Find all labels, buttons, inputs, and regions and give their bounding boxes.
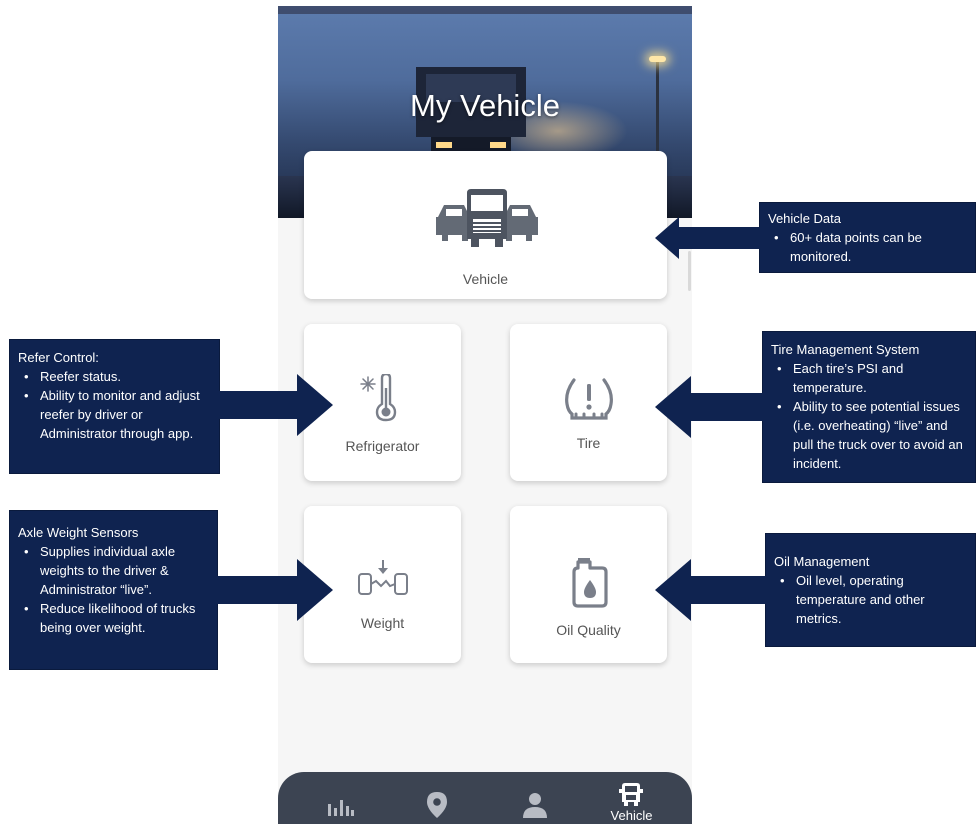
callout-bullet: Ability to monitor and adjust reefer by … xyxy=(18,386,211,443)
axle-weight-icon xyxy=(358,560,408,595)
arrow-to-refrigerator-card xyxy=(219,374,333,436)
oil-quality-card[interactable]: Oil Quality xyxy=(510,506,667,663)
oil-management-callout: Oil Management Oil level, operating temp… xyxy=(765,533,976,647)
callout-title: Axle Weight Sensors xyxy=(18,525,139,540)
callout-bullet: Ability to see potential issues (i.e. ov… xyxy=(771,397,967,473)
nav-location[interactable] xyxy=(386,772,489,824)
truck-fleet-icon xyxy=(436,189,538,247)
callout-title: Oil Management xyxy=(774,554,870,569)
tire-card-label: Tire xyxy=(576,435,601,451)
vehicle-card[interactable]: Vehicle xyxy=(304,151,667,299)
arrow-to-vehicle-card xyxy=(655,217,761,259)
nav-vehicle-label: Vehicle xyxy=(610,808,653,823)
callout-bullet: Reefer status. xyxy=(18,367,211,386)
callout-bullet: Each tire’s PSI and temperature. xyxy=(771,359,967,397)
status-bar xyxy=(278,6,692,14)
oil-quality-card-label: Oil Quality xyxy=(556,622,621,638)
location-pin-icon xyxy=(427,792,447,818)
nav-statistics[interactable] xyxy=(288,772,391,824)
vehicle-data-callout: Vehicle Data 60+ data points can be moni… xyxy=(759,202,976,273)
tire-card[interactable]: Tire xyxy=(510,324,667,481)
callout-bullet: Oil level, operating temperature and oth… xyxy=(774,571,967,628)
thermometer-snowflake-icon xyxy=(360,374,397,422)
arrow-to-weight-card xyxy=(217,559,333,621)
axle-weight-callout: Axle Weight Sensors Supplies individual … xyxy=(9,510,218,670)
arrow-to-tire-card xyxy=(655,376,764,438)
tire-management-callout: Tire Management System Each tire’s PSI a… xyxy=(762,331,976,483)
callout-title: Refer Control: xyxy=(18,350,99,365)
callout-bullet: Reduce likelihood of trucks being over w… xyxy=(18,599,209,637)
nav-profile[interactable] xyxy=(484,772,587,824)
callout-bullet: 60+ data points can be monitored. xyxy=(768,228,967,266)
page-title: My Vehicle xyxy=(410,88,560,123)
phone-screen: My Vehicle Vehicle Refrigerator Tire Wei… xyxy=(278,6,692,824)
callout-title: Tire Management System xyxy=(771,342,920,357)
bottom-navigation: Vehicle xyxy=(278,772,692,824)
callout-title: Vehicle Data xyxy=(768,211,841,226)
refrigerator-card-label: Refrigerator xyxy=(345,438,420,454)
vehicle-card-label: Vehicle xyxy=(462,271,509,287)
refer-control-callout: Refer Control: Reefer status. Ability to… xyxy=(9,339,220,474)
arrow-to-oil-card xyxy=(655,559,767,621)
street-lamp xyxy=(649,56,666,62)
truck-icon xyxy=(619,783,643,806)
bar-chart-icon xyxy=(328,800,354,816)
nav-vehicle[interactable]: Vehicle xyxy=(580,772,683,824)
callout-bullet: Supplies individual axle weights to the … xyxy=(18,542,209,599)
oil-can-icon xyxy=(572,558,608,608)
tire-pressure-warning-icon xyxy=(565,378,613,420)
person-icon xyxy=(523,793,547,818)
